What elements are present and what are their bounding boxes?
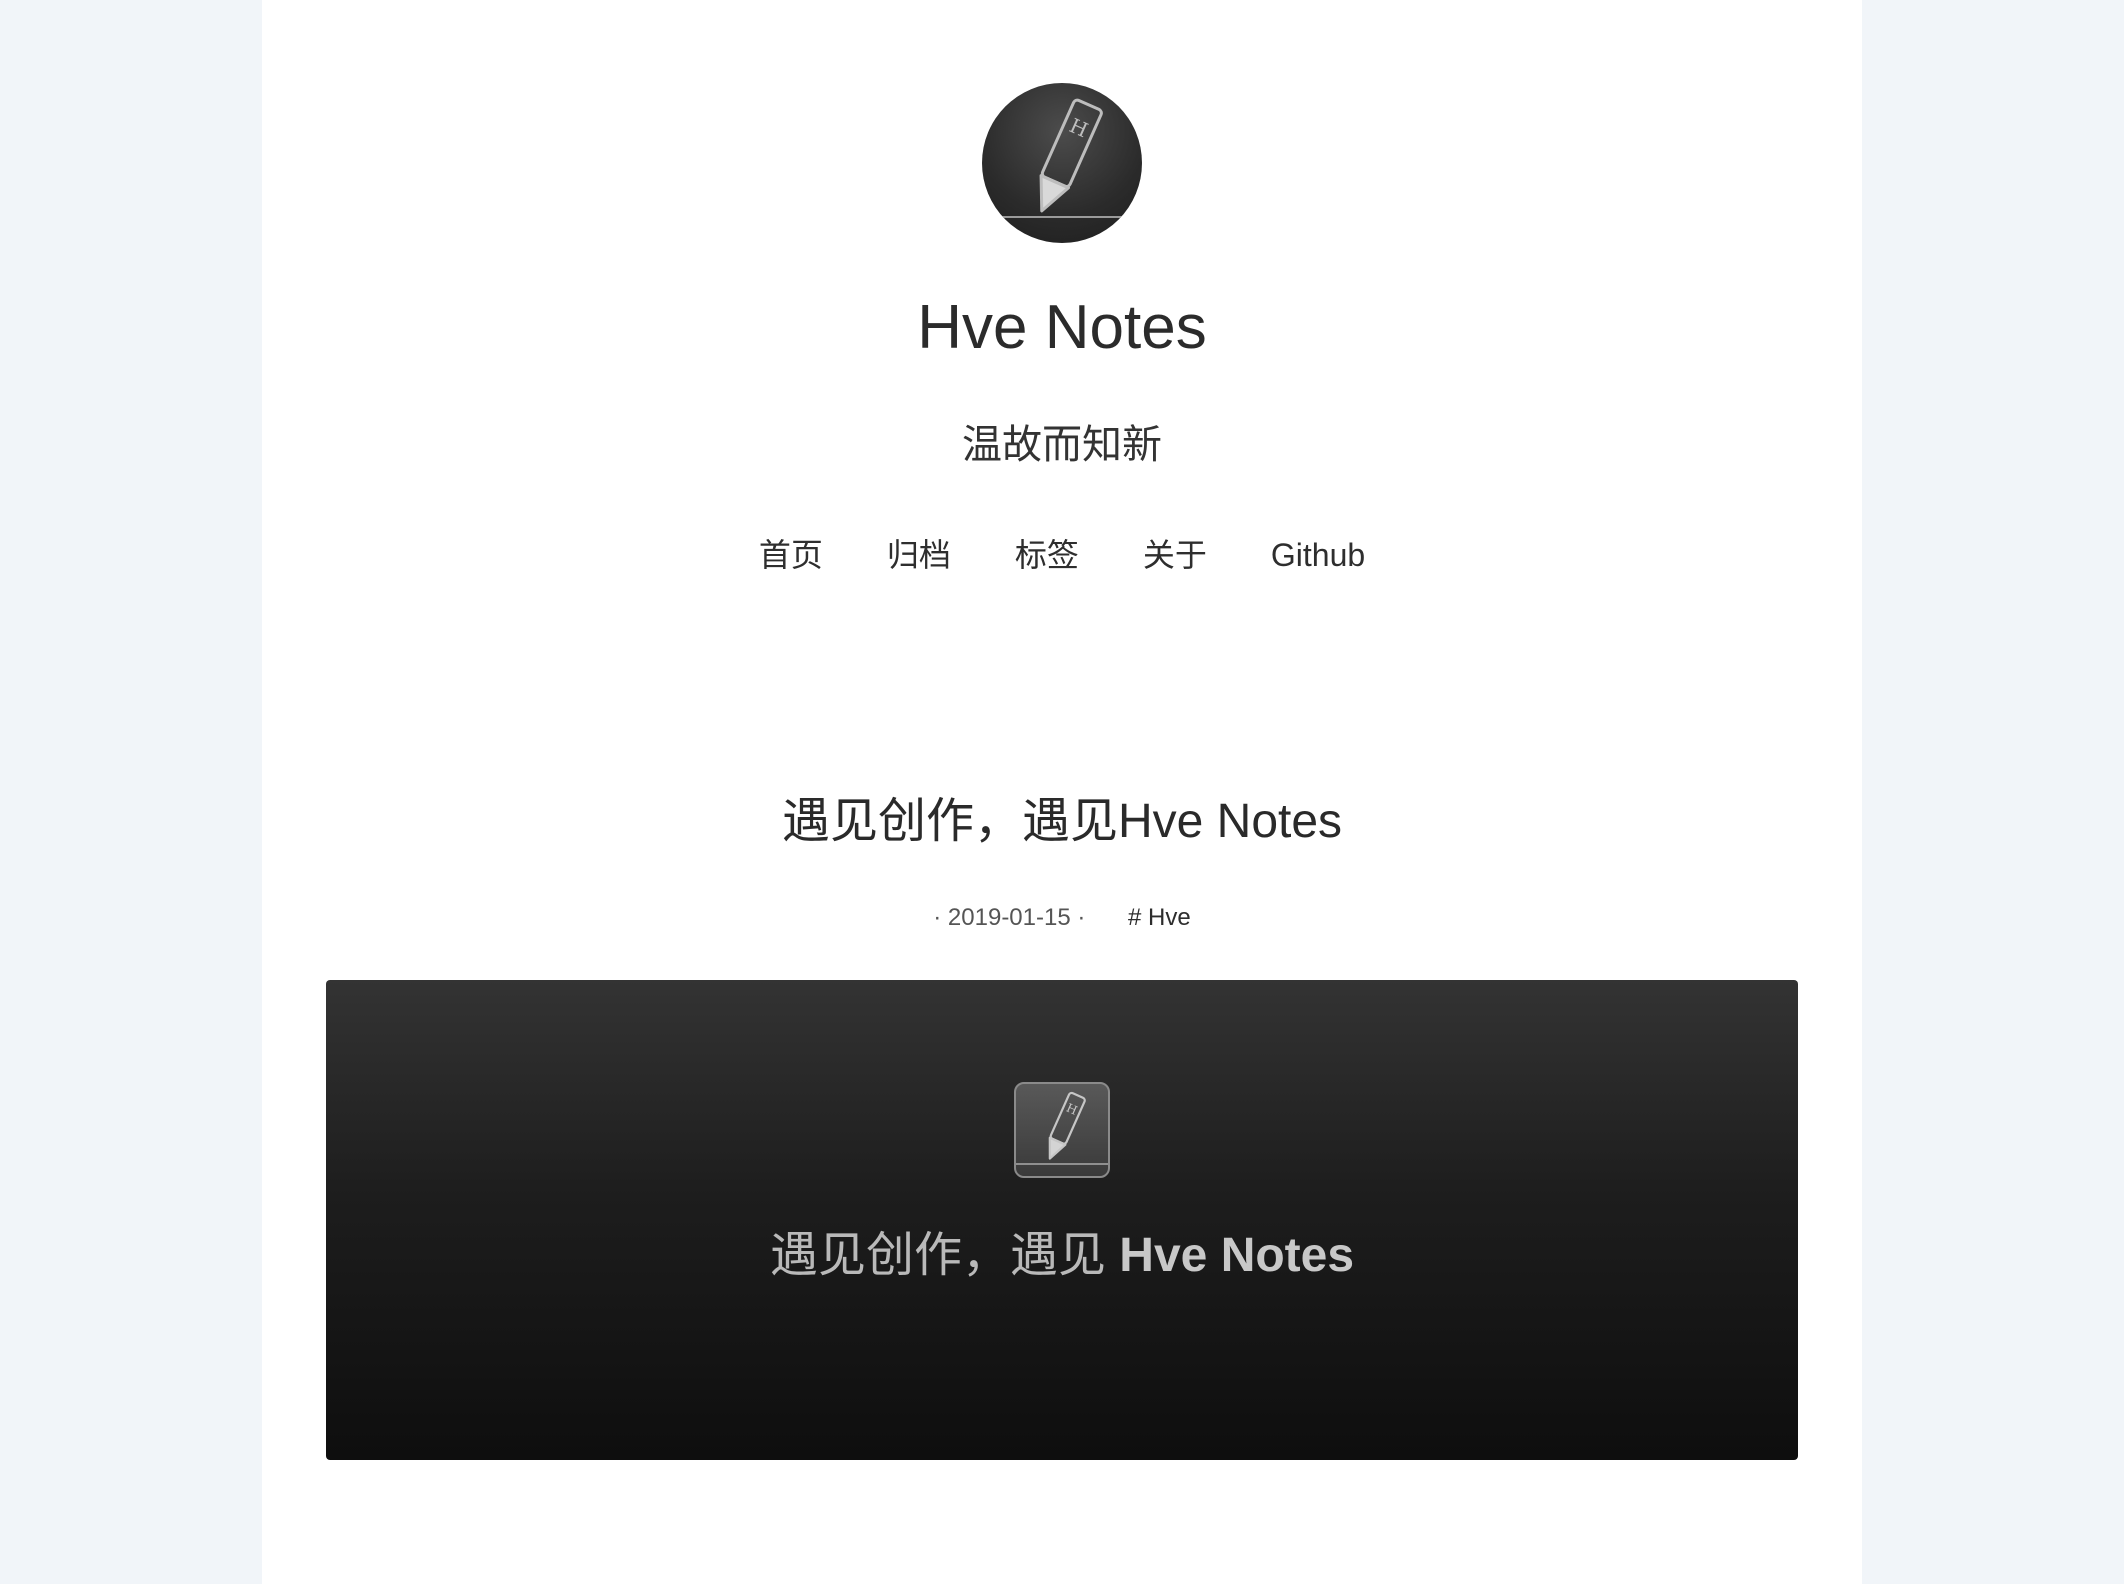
- nav-item-github[interactable]: Github: [1271, 530, 1365, 580]
- pencil-icon: H: [982, 98, 1142, 218]
- page-container: H Hve Notes 温故而知新 首页 归档 标签 关于 Github 遇见创…: [262, 0, 1862, 1584]
- nav-item-tags[interactable]: 标签: [1015, 530, 1079, 580]
- feature-logo: H: [1014, 1082, 1110, 1178]
- main-nav: 首页 归档 标签 关于 Github: [262, 530, 1862, 580]
- post-title[interactable]: 遇见创作，遇见Hve Notes: [262, 790, 1862, 854]
- feature-caption-prefix: 遇见创作，遇见: [769, 1229, 1120, 1282]
- nav-item-home[interactable]: 首页: [759, 530, 823, 580]
- post-meta: · 2019-01-15 · # Hve: [262, 900, 1862, 936]
- nav-item-archive[interactable]: 归档: [887, 530, 951, 580]
- nav-item-about[interactable]: 关于: [1143, 530, 1207, 580]
- post-feature-image[interactable]: H 遇见创作，遇见 Hve Notes: [326, 980, 1798, 1460]
- feature-caption-brand: Hve Notes: [1119, 1229, 1355, 1282]
- post-tag[interactable]: # Hve: [1128, 904, 1191, 931]
- svg-text:H: H: [1066, 113, 1092, 142]
- svg-text:H: H: [1064, 1101, 1079, 1118]
- post-date: · 2019-01-15 ·: [933, 904, 1086, 931]
- site-avatar[interactable]: H: [982, 83, 1142, 243]
- feature-caption: 遇见创作，遇见 Hve Notes: [326, 1224, 1798, 1288]
- site-title[interactable]: Hve Notes: [262, 288, 1862, 368]
- pencil-icon: H: [1016, 1091, 1108, 1165]
- site-subtitle: 温故而知新: [962, 423, 1162, 467]
